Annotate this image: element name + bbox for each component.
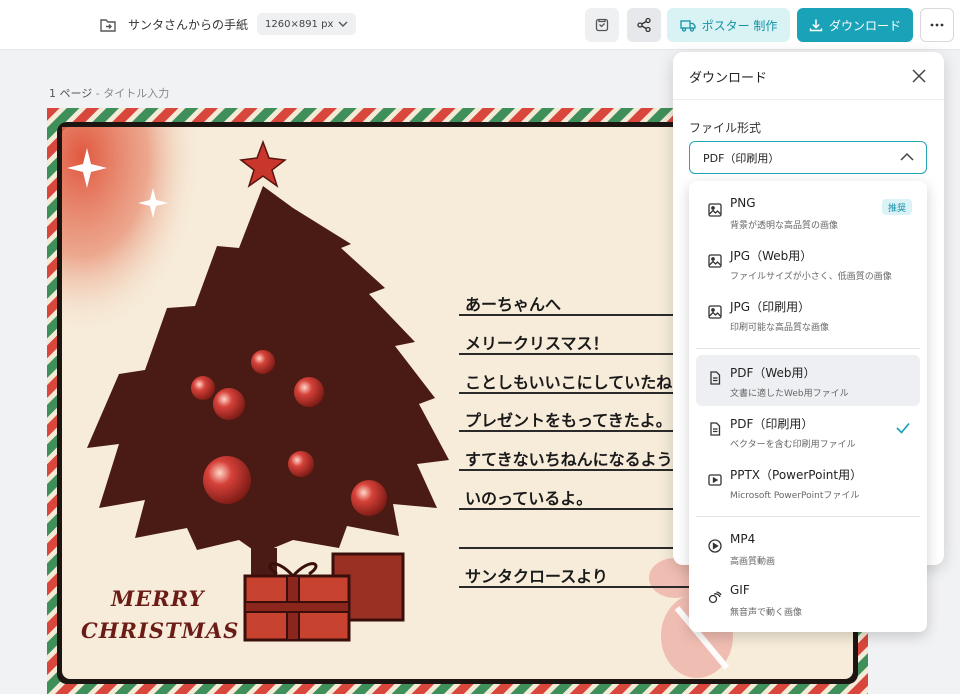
play-icon: [708, 539, 722, 553]
file-format-value: PDF（印刷用）: [703, 151, 780, 165]
share-button[interactable]: [627, 8, 661, 42]
page-title-input[interactable]: - タイトル入力: [92, 87, 169, 100]
card-line-6[interactable]: いのっているよ。: [465, 485, 592, 509]
format-option-jpg-print[interactable]: JPG（印刷用） 印刷可能な高品質な画像: [696, 289, 920, 340]
option-title: PPTX（PowerPoint用）: [730, 468, 863, 482]
card-line-2[interactable]: メリークリスマス！: [465, 330, 609, 354]
folder-move-icon[interactable]: [99, 16, 117, 34]
save-button[interactable]: [585, 8, 619, 42]
merry-text[interactable]: MERRY: [111, 586, 205, 611]
recommended-badge: 推奨: [882, 199, 913, 215]
canvas-size-dropdown[interactable]: 1260×891 px: [257, 13, 357, 35]
gif-icon: [708, 591, 722, 604]
option-title: JPG（印刷用）: [730, 300, 811, 314]
card-rule: [459, 353, 699, 355]
format-option-mp4[interactable]: MP4 高画質動画: [696, 523, 920, 574]
page-label[interactable]: 1 ページ - タイトル入力: [49, 85, 169, 101]
format-option-jpg-web[interactable]: JPG（Web用） ファイルサイズが小さく、低画質の画像: [696, 238, 920, 289]
checkmark-icon: [896, 422, 910, 434]
card-rule: [459, 314, 699, 316]
option-desc: ファイルサイズが小さく、低画質の画像: [730, 272, 892, 282]
card-rule: [459, 430, 699, 432]
save-icon: [595, 18, 609, 32]
panel-divider: [673, 99, 944, 100]
format-option-pdf-print[interactable]: PDF（印刷用） ベクターを含む印刷用ファイル: [696, 406, 920, 457]
card-rule: [459, 586, 699, 588]
option-title: PNG: [730, 196, 756, 210]
more-icon: [930, 23, 944, 27]
option-desc: 印刷可能な高品質な画像: [730, 323, 830, 333]
option-title: GIF: [730, 583, 750, 597]
card-rule: [459, 469, 699, 471]
canvas-size-label: 1260×891 px: [265, 18, 334, 30]
file-format-label: ファイル形式: [689, 121, 762, 135]
menu-divider: [696, 516, 920, 517]
card-line-5[interactable]: すてきないちねんになるよう: [465, 446, 673, 470]
chevron-up-icon: [900, 152, 914, 161]
card-rule: [459, 508, 699, 510]
document-title[interactable]: サンタさんからの手紙: [128, 16, 248, 33]
card-line-1[interactable]: あーちゃんへ: [465, 291, 561, 315]
document-icon: [710, 422, 721, 436]
poster-create-button[interactable]: ポスター 制作: [667, 8, 790, 42]
card-rule: [459, 547, 699, 549]
menu-divider: [696, 348, 920, 349]
more-options-button[interactable]: [920, 8, 954, 42]
option-desc: ベクターを含む印刷用ファイル: [730, 440, 856, 450]
page-number: 1 ページ: [49, 87, 93, 100]
image-icon: [708, 254, 722, 268]
panel-title: ダウンロード: [689, 71, 768, 86]
option-desc: 高画質動画: [730, 557, 776, 567]
file-format-select[interactable]: PDF（印刷用）: [689, 141, 927, 174]
poster-create-label: ポスター 制作: [701, 18, 778, 33]
download-icon: [809, 19, 823, 32]
option-desc: 背景が透明な高品質の画像: [730, 221, 839, 231]
slides-icon: [708, 474, 722, 486]
document-icon: [710, 371, 721, 385]
christmas-text[interactable]: CHRISTMAS: [81, 618, 239, 643]
image-icon: [708, 305, 722, 319]
download-label: ダウンロード: [828, 18, 901, 33]
file-format-menu: PNG 背景が透明な高品質の画像 推奨 JPG（Web用） ファイルサイズが小さ…: [689, 181, 927, 632]
format-option-gif[interactable]: GIF 無音声で動く画像: [696, 574, 920, 625]
card-rule: [459, 392, 699, 394]
format-option-pdf-web[interactable]: PDF（Web用） 文書に適したWeb用ファイル: [696, 355, 920, 406]
option-title: PDF（印刷用）: [730, 417, 814, 431]
truck-icon: [679, 19, 696, 32]
card-line-4[interactable]: プレゼントをもってきたよ。: [465, 407, 672, 431]
download-button[interactable]: ダウンロード: [797, 8, 913, 42]
option-title: MP4: [730, 532, 756, 546]
option-title: JPG（Web用）: [730, 249, 813, 263]
option-desc: 無音声で動く画像: [730, 608, 803, 618]
option-desc: 文書に適したWeb用ファイル: [730, 389, 849, 399]
format-option-png[interactable]: PNG 背景が透明な高品質の画像 推奨: [696, 187, 920, 238]
image-icon: [708, 203, 722, 217]
card-line-3[interactable]: ことしもいいこにしていたね: [465, 369, 672, 393]
close-icon[interactable]: [911, 68, 927, 84]
option-title: PDF（Web用）: [730, 366, 816, 380]
format-option-pptx[interactable]: PPTX（PowerPoint用） Microsoft PowerPointファ…: [696, 457, 920, 508]
chevron-down-icon: [338, 21, 348, 27]
share-icon: [637, 17, 651, 33]
option-desc: Microsoft PowerPointファイル: [730, 491, 860, 501]
card-line-8[interactable]: サンタクロースより: [465, 563, 608, 587]
top-bar: サンタさんからの手紙 1260×891 px ポスター 制作 ダウンロード: [0, 0, 960, 50]
